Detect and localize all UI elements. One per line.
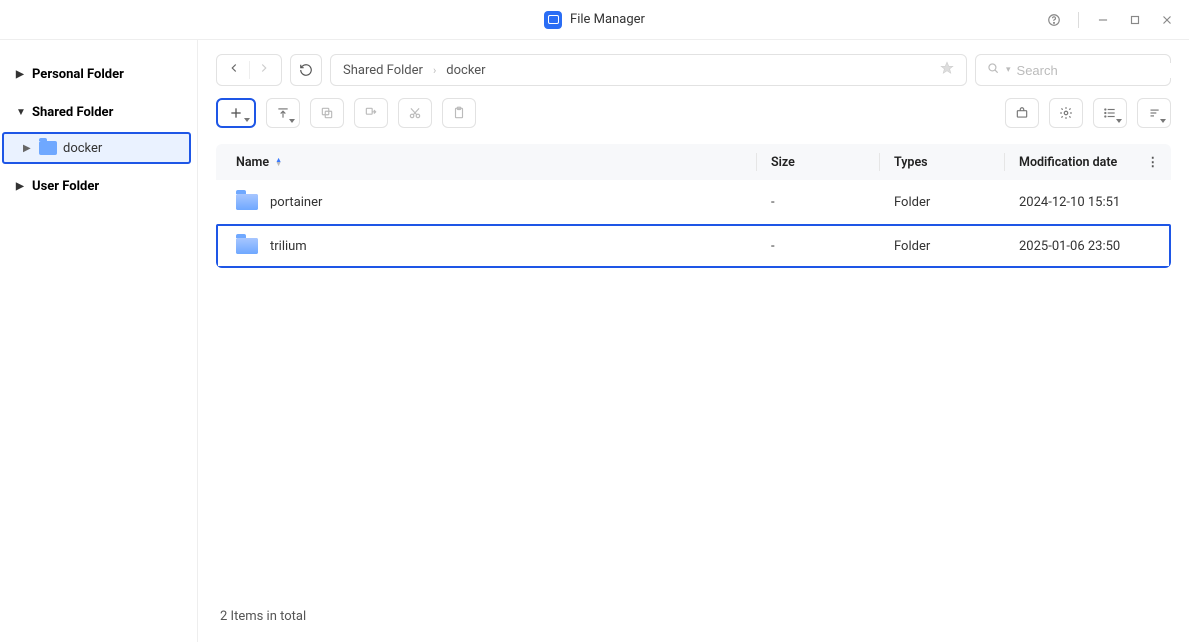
chevron-right-icon: ▶ xyxy=(16,69,26,80)
sidebar-item-label: Personal Folder xyxy=(32,67,124,82)
chevron-down-icon: ▼ xyxy=(16,107,26,118)
sort-indicator-icon: ▲▼ xyxy=(275,158,282,166)
search-input[interactable] xyxy=(1017,63,1189,78)
file-table: Name ▲▼ Size Types Modification date ⋮ p… xyxy=(216,144,1171,268)
table-header-row: Name ▲▼ Size Types Modification date ⋮ xyxy=(216,144,1171,180)
table-row[interactable]: trilium - Folder 2025-01-06 23:50 xyxy=(216,224,1171,268)
search-dropdown-icon[interactable]: ▾ xyxy=(1006,65,1011,75)
toolbox-button[interactable] xyxy=(1005,98,1039,128)
chevron-right-icon: ▶ xyxy=(23,143,33,154)
sidebar-item-shared-folder[interactable]: ▼ Shared Folder xyxy=(0,96,197,128)
main-panel: Shared Folder › docker ▾ xyxy=(198,40,1189,642)
sidebar-item-label: User Folder xyxy=(32,179,99,194)
status-bar: 2 Items in total xyxy=(216,599,1171,634)
upload-button[interactable] xyxy=(266,98,300,128)
separator xyxy=(1078,12,1079,28)
app-icon xyxy=(544,11,562,29)
divider xyxy=(879,153,880,171)
maximize-button[interactable] xyxy=(1127,12,1143,28)
help-button[interactable] xyxy=(1046,12,1062,28)
back-button[interactable] xyxy=(227,61,241,79)
folder-icon xyxy=(236,194,258,210)
file-name: portainer xyxy=(270,195,322,210)
sidebar-item-label: docker xyxy=(63,141,102,156)
nav-back-forward-group xyxy=(216,54,282,86)
add-new-button[interactable] xyxy=(216,98,256,128)
breadcrumb-item-shared-folder[interactable]: Shared Folder xyxy=(343,63,423,78)
column-header-label: Name xyxy=(236,155,269,170)
refresh-button[interactable] xyxy=(290,54,322,86)
sidebar-item-docker[interactable]: ▶ docker xyxy=(2,132,191,164)
chevron-right-icon: › xyxy=(433,64,436,77)
view-list-button[interactable] xyxy=(1093,98,1127,128)
search-icon xyxy=(986,61,1000,79)
column-header-label: Types xyxy=(894,155,928,170)
file-modified: 2025-01-06 23:50 xyxy=(1019,239,1171,254)
sort-button[interactable] xyxy=(1137,98,1171,128)
move-button[interactable] xyxy=(354,98,388,128)
settings-button[interactable] xyxy=(1049,98,1083,128)
separator xyxy=(249,61,250,79)
file-size: - xyxy=(771,239,879,254)
column-header-name[interactable]: Name ▲▼ xyxy=(236,155,756,170)
column-menu-button[interactable]: ⋮ xyxy=(1147,154,1160,170)
column-header-size[interactable]: Size xyxy=(771,155,879,170)
cut-button[interactable] xyxy=(398,98,432,128)
search-input-wrapper[interactable]: ▾ xyxy=(975,54,1171,86)
forward-button[interactable] xyxy=(257,61,271,79)
window-title: File Manager xyxy=(570,12,645,27)
breadcrumb: Shared Folder › docker xyxy=(330,54,967,86)
divider xyxy=(756,153,757,171)
star-favorite-button[interactable] xyxy=(940,61,954,79)
divider xyxy=(1004,153,1005,171)
titlebar: File Manager xyxy=(0,0,1189,40)
breadcrumb-item-docker[interactable]: docker xyxy=(446,63,485,78)
column-header-label: Modification date xyxy=(1019,155,1117,170)
file-size: - xyxy=(771,195,879,210)
copy-button[interactable] xyxy=(310,98,344,128)
close-button[interactable] xyxy=(1159,12,1175,28)
folder-icon xyxy=(39,141,57,155)
chevron-right-icon: ▶ xyxy=(16,181,26,192)
column-header-label: Size xyxy=(771,155,795,170)
file-type: Folder xyxy=(894,239,1004,254)
folder-icon xyxy=(236,238,258,254)
file-type: Folder xyxy=(894,195,1004,210)
paste-button[interactable] xyxy=(442,98,476,128)
file-modified: 2024-12-10 15:51 xyxy=(1019,195,1171,210)
sidebar-item-label: Shared Folder xyxy=(32,105,113,120)
minimize-button[interactable] xyxy=(1095,12,1111,28)
file-name: trilium xyxy=(270,239,307,254)
sidebar-item-personal-folder[interactable]: ▶ Personal Folder xyxy=(0,58,197,90)
table-row[interactable]: portainer - Folder 2024-12-10 15:51 xyxy=(216,180,1171,224)
sidebar: ▶ Personal Folder ▼ Shared Folder ▶ dock… xyxy=(0,40,198,642)
sidebar-item-user-folder[interactable]: ▶ User Folder xyxy=(0,170,197,202)
column-header-types[interactable]: Types xyxy=(894,155,1004,170)
